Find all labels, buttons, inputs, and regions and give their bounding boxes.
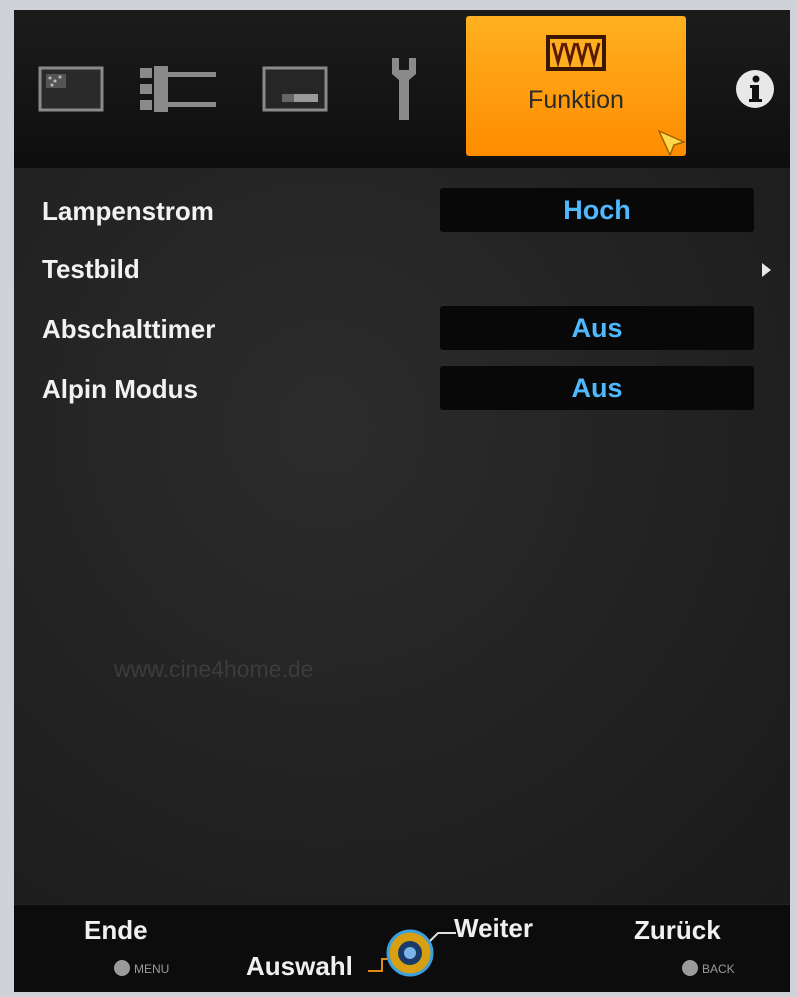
menu-item-value[interactable]: Aus bbox=[440, 366, 754, 410]
menu-item-value[interactable]: Aus bbox=[440, 306, 754, 350]
menu-tab-bar: Funktion bbox=[14, 10, 790, 168]
menu-key-label: MENU bbox=[134, 962, 170, 976]
connector-icon bbox=[140, 66, 216, 112]
watermark: www.cine4home.de bbox=[114, 656, 314, 682]
menu-item-lampenstrom[interactable]: Lampenstrom Hoch bbox=[14, 188, 790, 236]
menu-button-icon bbox=[114, 960, 130, 976]
display-icon bbox=[262, 66, 328, 112]
tab-function-label: Funktion bbox=[528, 86, 624, 114]
weiter-label: Weiter bbox=[454, 913, 533, 943]
menu-item-label: Testbild bbox=[42, 254, 140, 284]
function-icon bbox=[546, 35, 606, 71]
menu-item-label: Alpin Modus bbox=[42, 374, 198, 404]
menu-item-label: Abschalttimer bbox=[42, 314, 216, 344]
auswahl-label: Auswahl bbox=[246, 951, 353, 981]
navigation-pad-icon bbox=[368, 929, 456, 977]
info-icon bbox=[736, 70, 774, 108]
chevron-right-icon bbox=[762, 263, 771, 277]
osd-screen: Funktion Lampenstrom Hoch Testbild Absch… bbox=[14, 10, 790, 992]
picture-icon bbox=[38, 66, 104, 112]
ende-label: Ende bbox=[84, 915, 148, 945]
tab-setup[interactable] bbox=[134, 10, 222, 168]
back-key-label: BACK bbox=[702, 962, 735, 976]
cursor-icon bbox=[657, 129, 687, 157]
menu-item-value[interactable]: Hoch bbox=[440, 188, 754, 232]
back-button-icon bbox=[682, 960, 698, 976]
tab-display[interactable] bbox=[254, 10, 336, 168]
zurueck-label: Zurück bbox=[634, 915, 721, 945]
footer-help-bar: Ende MENU Auswahl Weiter Zurück BACK bbox=[14, 904, 790, 992]
function-menu: Lampenstrom Hoch Testbild Abschalttimer … bbox=[14, 168, 790, 904]
tab-info[interactable] bbox=[726, 10, 784, 168]
wrench-icon bbox=[392, 58, 416, 120]
menu-item-alpin-modus[interactable]: Alpin Modus Aus bbox=[14, 366, 790, 414]
menu-item-testbild[interactable]: Testbild bbox=[14, 246, 790, 294]
menu-item-label: Lampenstrom bbox=[42, 196, 214, 226]
tab-function[interactable]: Funktion bbox=[466, 16, 686, 156]
tab-installation[interactable] bbox=[382, 10, 426, 168]
menu-item-abschalttimer[interactable]: Abschalttimer Aus bbox=[14, 306, 790, 354]
tab-picture[interactable] bbox=[30, 10, 112, 168]
